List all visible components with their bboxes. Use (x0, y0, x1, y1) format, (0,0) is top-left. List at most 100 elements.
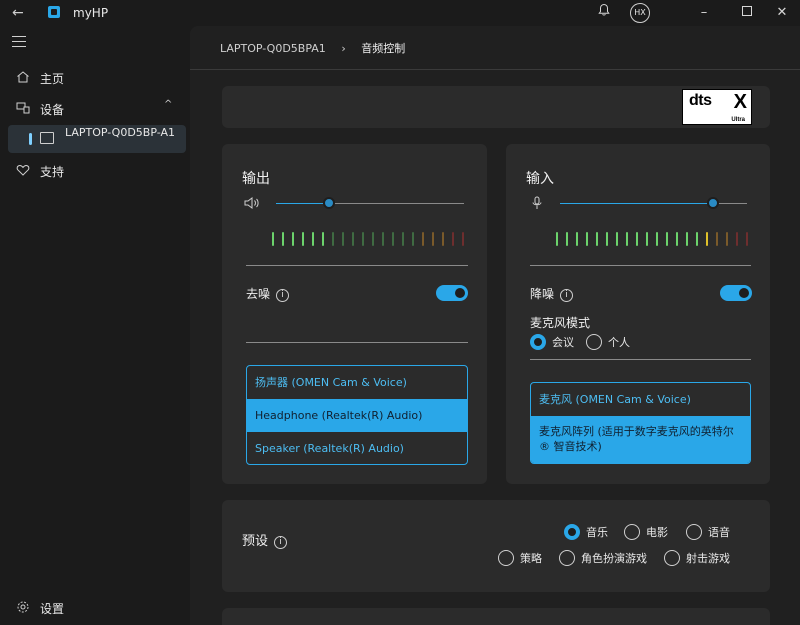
microphone-icon[interactable] (530, 196, 546, 210)
output-title: 输出 (242, 171, 270, 187)
app-title: myHP (73, 6, 109, 20)
main-content: LAPTOP-Q0D5BPA1 › 音频控制 dts X Ultra 输出 去噪… (190, 26, 800, 625)
preset-radio-shooter[interactable]: 射击游戏 (664, 550, 730, 568)
presets-title: 预设 (242, 534, 269, 549)
output-noise-toggle[interactable] (436, 285, 468, 301)
meter-bar (646, 232, 648, 246)
preset-radio-voice[interactable]: 语音 (686, 524, 730, 542)
meter-bar (636, 232, 638, 246)
user-avatar[interactable]: HX (630, 3, 650, 23)
breadcrumb: LAPTOP-Q0D5BPA1 › 音频控制 (220, 40, 405, 56)
input-level-meter (556, 232, 756, 246)
sidebar: 主页 设备 ^ LAPTOP-Q0D5BP-A1 支持 设置 (0, 26, 190, 625)
sidebar-item-label: 设备 (40, 103, 65, 117)
meter-bar (676, 232, 678, 246)
header-divider (190, 69, 800, 70)
meter-bar (556, 232, 558, 246)
hamburger-menu-icon[interactable] (12, 36, 26, 48)
info-icon[interactable]: i (276, 289, 290, 302)
dts-banner: dts X Ultra (222, 86, 770, 128)
meter-bar (696, 232, 698, 246)
input-volume-slider[interactable] (560, 197, 747, 209)
output-volume-thumb[interactable] (322, 197, 335, 209)
meter-bar (666, 232, 668, 246)
output-device-option[interactable]: Speaker (Realtek(R) Audio) (247, 432, 467, 464)
mic-mode-radio-meeting[interactable]: 会议 (530, 334, 574, 352)
gear-icon (16, 600, 30, 614)
input-noise-toggle[interactable] (720, 285, 752, 301)
meter-bar (606, 232, 608, 246)
preset-radio-music[interactable]: 音乐 (564, 524, 608, 542)
title-bar: ← myHP HX – ✕ (0, 0, 800, 26)
sidebar-item-label: 主页 (40, 72, 65, 86)
meter-bar (402, 232, 404, 246)
preset-radio-rpg[interactable]: 角色扮演游戏 (559, 550, 647, 568)
noise-reduction-label: 降噪 (530, 287, 555, 301)
meter-bar (746, 232, 748, 246)
preset-radio-movie[interactable]: 电影 (624, 524, 668, 542)
meter-bar (576, 232, 578, 246)
meter-bar (726, 232, 728, 246)
input-divider (530, 265, 751, 266)
output-level-meter (272, 232, 472, 246)
meter-bar (626, 232, 628, 246)
home-icon (16, 70, 30, 84)
output-volume-slider[interactable] (276, 197, 464, 209)
output-device-option[interactable]: 扬声器 (OMEN Cam & Voice) (247, 366, 467, 399)
speaker-icon[interactable] (244, 196, 260, 210)
devices-icon (16, 101, 30, 115)
meter-bar (352, 232, 354, 246)
output-noise-label: 去噪 i (246, 285, 290, 302)
meter-bar (332, 232, 334, 246)
output-device-option[interactable]: Headphone (Realtek(R) Audio) (247, 399, 467, 432)
meter-bar (656, 232, 658, 246)
output-divider-2 (246, 342, 468, 343)
meter-bar (452, 232, 454, 246)
meter-bar (292, 232, 294, 246)
sidebar-item-laptop[interactable]: LAPTOP-Q0D5BP-A1 (8, 125, 186, 153)
noise-removal-label: 去噪 (246, 287, 271, 301)
output-divider (246, 265, 468, 266)
meter-bar (272, 232, 274, 246)
support-heart-icon (16, 163, 30, 177)
input-volume-thumb[interactable] (707, 197, 720, 209)
sidebar-item-home[interactable]: 主页 (0, 63, 190, 91)
mic-mode-label: 麦克风模式 (530, 316, 591, 330)
meter-bar (372, 232, 374, 246)
info-icon[interactable]: i (560, 289, 574, 302)
output-device-list: 扬声器 (OMEN Cam & Voice) Headphone (Realte… (246, 365, 468, 465)
sidebar-item-devices[interactable]: 设备 ^ (0, 94, 190, 122)
breadcrumb-device[interactable]: LAPTOP-Q0D5BPA1 (220, 42, 326, 55)
meter-bar (362, 232, 364, 246)
sidebar-item-settings[interactable]: 设置 (0, 593, 190, 621)
meter-bar (322, 232, 324, 246)
meter-bar (716, 232, 718, 246)
meter-bar (686, 232, 688, 246)
info-icon[interactable]: i (274, 536, 288, 549)
meter-bar (412, 232, 414, 246)
preset-radio-strategy[interactable]: 策略 (498, 550, 542, 568)
input-device-option[interactable]: 麦克风阵列 (适用于数字麦克风的英特尔® 智音技术) (531, 416, 750, 463)
breadcrumb-current: 音频控制 (361, 42, 406, 55)
meter-bar (736, 232, 738, 246)
meter-bar (462, 232, 464, 246)
meter-bar (382, 232, 384, 246)
input-noise-label: 降噪 i (530, 285, 574, 302)
output-card: 输出 去噪 i 扬声器 (OMEN Cam & Voice) Headphone … (222, 144, 487, 484)
meter-bar (282, 232, 284, 246)
minimize-icon[interactable]: – (694, 3, 714, 23)
bell-icon[interactable] (594, 3, 614, 23)
chevron-up-icon[interactable]: ^ (164, 99, 172, 110)
mic-mode-radio-personal[interactable]: 个人 (586, 334, 630, 352)
sidebar-item-label: LAPTOP-Q0D5BP-A1 (65, 126, 175, 139)
back-arrow-icon[interactable]: ← (12, 4, 32, 22)
next-card (222, 608, 770, 625)
input-device-option[interactable]: 麦克风 (OMEN Cam & Voice) (531, 383, 750, 416)
maximize-icon[interactable] (737, 3, 757, 23)
laptop-icon (40, 132, 54, 144)
input-title: 输入 (526, 171, 554, 187)
close-icon[interactable]: ✕ (772, 3, 792, 23)
sidebar-item-label: 支持 (40, 165, 65, 179)
input-card: 输入 降噪 i 麦克风模式 会议 个人 麦克风 (OMEN Cam & Voice… (506, 144, 770, 484)
sidebar-item-support[interactable]: 支持 (0, 156, 190, 184)
